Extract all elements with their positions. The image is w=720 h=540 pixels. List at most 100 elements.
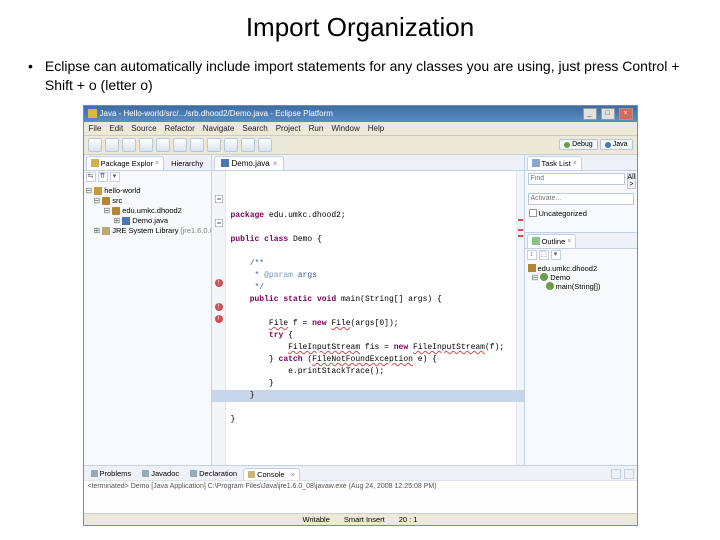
- tab-package-explorer[interactable]: Package Explor ×: [86, 156, 165, 170]
- method-icon: [546, 282, 554, 290]
- toolbar-button[interactable]: [88, 138, 102, 152]
- close-button[interactable]: ×: [619, 108, 633, 120]
- outline-icon: [532, 237, 540, 245]
- tab-outline[interactable]: Outline ×: [527, 234, 577, 248]
- twistie-icon[interactable]: ⊟: [104, 206, 111, 215]
- status-position: 20 : 1: [399, 515, 418, 524]
- task-search-input[interactable]: [528, 173, 625, 185]
- maximize-button[interactable]: □: [601, 108, 615, 120]
- close-icon[interactable]: ×: [273, 159, 278, 168]
- library-icon: [102, 227, 110, 235]
- tab-console[interactable]: Console×: [243, 468, 300, 480]
- menu-run[interactable]: Run: [309, 124, 324, 133]
- editor-tab-demo[interactable]: Demo.java ×: [214, 156, 285, 170]
- tab-hierarchy[interactable]: Hierarchy: [166, 156, 208, 170]
- tab-task-list[interactable]: Task List ×: [527, 156, 582, 170]
- eclipse-icon: [88, 109, 97, 118]
- twistie-icon[interactable]: ⊟: [94, 196, 101, 205]
- menu-window[interactable]: Window: [331, 124, 359, 133]
- task-all-button[interactable]: All >: [627, 173, 637, 189]
- bullet-item: • Eclipse can automatically include impo…: [28, 57, 692, 95]
- toolbar-button[interactable]: [224, 138, 238, 152]
- menu-navigate[interactable]: Navigate: [203, 124, 235, 133]
- code-editor[interactable]: ! ! ! package edu.umkc.dhood2; public cl…: [212, 171, 524, 465]
- console-output: <terminated> Demo [Java Application] C:\…: [84, 481, 637, 492]
- bullet-text: Eclipse can automatically include import…: [45, 57, 692, 95]
- javadoc-icon: [142, 470, 149, 477]
- perspective-java[interactable]: Java: [600, 139, 633, 150]
- error-icon[interactable]: !: [215, 303, 223, 311]
- tab-problems[interactable]: Problems: [86, 467, 137, 480]
- menu-refactor[interactable]: Refactor: [165, 124, 195, 133]
- twistie-icon[interactable]: ⊞: [114, 216, 121, 225]
- error-icon[interactable]: !: [215, 279, 223, 287]
- twistie-icon[interactable]: ⊟: [86, 186, 93, 195]
- toolbar-button[interactable]: [122, 138, 136, 152]
- class-icon: [540, 273, 548, 281]
- package-icon: [112, 207, 120, 215]
- status-writable: Writable: [303, 515, 330, 524]
- java-icon: [605, 142, 611, 148]
- package-tree[interactable]: ⊟hello-world ⊟src ⊟edu.umkc.dhood2 ⊞Demo…: [84, 183, 211, 465]
- filter-icon[interactable]: ⬚: [539, 250, 549, 260]
- sort-icon[interactable]: ↕: [527, 250, 537, 260]
- overview-ruler[interactable]: [516, 171, 524, 465]
- toolbar-button[interactable]: [173, 138, 187, 152]
- toolbar-button[interactable]: [156, 138, 170, 152]
- checkbox[interactable]: [529, 209, 537, 217]
- close-icon[interactable]: ×: [567, 238, 571, 245]
- menu-source[interactable]: Source: [131, 124, 156, 133]
- view-menu-icon[interactable]: ▾: [110, 172, 120, 182]
- menu-bar: File Edit Source Refactor Navigate Searc…: [84, 122, 637, 136]
- toolbar-button[interactable]: [139, 138, 153, 152]
- toolbar: Debug Java: [84, 136, 637, 155]
- task-activate-input[interactable]: [528, 193, 634, 205]
- window-title: Java - Hello-world/src/.../srb.dhood2/De…: [100, 109, 579, 118]
- toolbar-button[interactable]: [207, 138, 221, 152]
- error-icon[interactable]: !: [215, 315, 223, 323]
- toolbar-button[interactable]: [190, 138, 204, 152]
- tab-declaration[interactable]: Declaration: [185, 467, 242, 480]
- declaration-icon: [190, 470, 197, 477]
- menu-project[interactable]: Project: [276, 124, 301, 133]
- collapse-all-icon[interactable]: ⇆: [86, 172, 96, 182]
- toolbar-button[interactable]: [105, 138, 119, 152]
- outline-tree[interactable]: edu.umkc.dhood2 ⊟Demo main(String[]): [525, 261, 637, 294]
- fold-icon[interactable]: [215, 195, 223, 203]
- toolbar-button[interactable]: [258, 138, 272, 152]
- view-menu-icon[interactable]: ▾: [551, 250, 561, 260]
- menu-file[interactable]: File: [89, 124, 102, 133]
- close-icon[interactable]: ×: [291, 470, 295, 479]
- menu-search[interactable]: Search: [242, 124, 267, 133]
- eclipse-window: Java - Hello-world/src/.../srb.dhood2/De…: [83, 105, 638, 526]
- minimize-button[interactable]: _: [583, 108, 597, 120]
- clear-icon[interactable]: [624, 469, 634, 479]
- toolbar-button[interactable]: [241, 138, 255, 152]
- project-icon: [94, 187, 102, 195]
- twistie-icon[interactable]: ⊞: [94, 226, 101, 235]
- close-icon[interactable]: ×: [155, 160, 159, 167]
- java-file-icon: [221, 159, 229, 167]
- twistie-icon[interactable]: ⊟: [532, 273, 539, 282]
- src-folder-icon: [102, 197, 110, 205]
- window-titlebar[interactable]: Java - Hello-world/src/.../srb.dhood2/De…: [84, 106, 637, 122]
- problems-icon: [91, 470, 98, 477]
- perspective-debug[interactable]: Debug: [559, 139, 598, 150]
- task-category-row[interactable]: Uncategorized: [529, 209, 633, 218]
- slide-title: Import Organization: [28, 12, 692, 43]
- tab-javadoc[interactable]: Javadoc: [137, 467, 184, 480]
- java-file-icon: [122, 217, 130, 225]
- task-list-icon: [532, 159, 540, 167]
- console-icon: [248, 471, 255, 478]
- menu-edit[interactable]: Edit: [109, 124, 123, 133]
- pin-icon[interactable]: [611, 469, 621, 479]
- package-icon: [528, 264, 536, 272]
- status-insert: Smart Insert: [344, 515, 385, 524]
- bullet-dot: •: [28, 57, 33, 95]
- link-editor-icon[interactable]: ⇈: [98, 172, 108, 182]
- bug-icon: [564, 142, 570, 148]
- close-icon[interactable]: ×: [573, 160, 577, 167]
- fold-icon[interactable]: [215, 219, 223, 227]
- package-explorer-icon: [91, 159, 99, 167]
- menu-help[interactable]: Help: [368, 124, 384, 133]
